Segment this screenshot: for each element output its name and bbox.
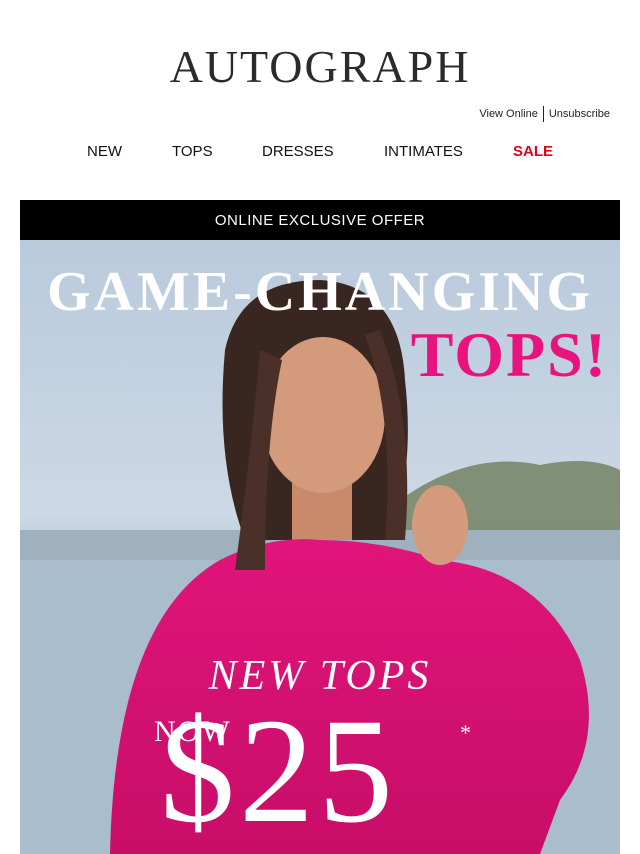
nav-item-tops[interactable]: TOPS: [172, 143, 213, 160]
headline-line-1: GAME-CHANGING: [46, 261, 594, 323]
offer-banner: ONLINE EXCLUSIVE OFFER: [20, 200, 620, 240]
utility-links: View Online Unsubscribe: [479, 106, 610, 122]
view-online-link[interactable]: View Online: [479, 108, 538, 120]
nav-item-intimates[interactable]: INTIMATES: [384, 143, 463, 160]
nav-item-sale[interactable]: SALE: [513, 143, 553, 160]
hero-banner[interactable]: ONLINE EXCLUSIVE OFFER GAME-CHANGING TOP…: [20, 200, 620, 854]
unsubscribe-link[interactable]: Unsubscribe: [549, 108, 610, 120]
headline-line-2: TOPS!: [410, 319, 608, 390]
nav-item-new[interactable]: NEW: [87, 143, 122, 160]
promo-price: $25: [160, 688, 397, 854]
link-divider: [542, 106, 544, 122]
promo-asterisk: *: [460, 720, 471, 745]
nav-item-dresses[interactable]: DRESSES: [262, 143, 334, 160]
brand-logo[interactable]: AUTOGRAPH: [0, 40, 640, 93]
